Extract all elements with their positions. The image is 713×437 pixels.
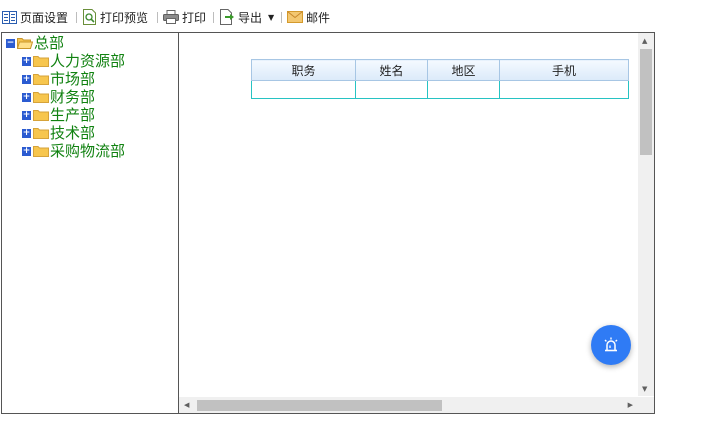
scroll-right-icon[interactable]: ▶ — [628, 401, 633, 409]
toolbar-divider — [157, 12, 158, 23]
department-tree: − 总部 + 人力资源部 + 市场部 + 财务部 + 生产部 + 技术部 + 采… — [2, 33, 179, 413]
report-panel: 职务 姓名 地区 手机 ▲ ▼ ◀ ▶ — [179, 33, 654, 413]
print-preview-icon — [83, 9, 96, 25]
scrollbar-corner — [638, 397, 654, 413]
page-setup-button[interactable]: 页面设置 — [2, 8, 68, 26]
table-cell[interactable] — [427, 80, 500, 99]
tree-node-root[interactable]: − 总部 — [6, 34, 64, 52]
scroll-down-icon[interactable]: ▼ — [642, 385, 647, 393]
expand-icon[interactable]: + — [22, 74, 31, 84]
page-setup-label: 页面设置 — [20, 10, 69, 25]
expand-icon[interactable]: + — [22, 110, 31, 120]
tree-node-department[interactable]: + 市场部 — [22, 70, 95, 88]
mail-label: 邮件 — [306, 10, 331, 25]
toolbar: 页面设置 打印预览 打印 导出 ▼ 邮件 — [0, 0, 713, 32]
vertical-scroll-thumb[interactable] — [640, 49, 652, 155]
column-header[interactable]: 地区 — [427, 59, 500, 81]
horizontal-scrollbar[interactable]: ◀ ▶ — [179, 397, 638, 413]
folder-icon — [33, 146, 49, 157]
folder-icon — [33, 110, 49, 121]
page-setup-icon — [2, 10, 17, 24]
alarm-fab-button[interactable] — [591, 325, 631, 365]
expand-icon[interactable]: + — [22, 92, 31, 102]
expand-icon[interactable]: + — [22, 146, 31, 156]
data-table: 职务 姓名 地区 手机 — [251, 59, 629, 99]
folder-icon — [33, 56, 49, 67]
tree-node-label: 生产部 — [50, 106, 96, 124]
export-label: 导出 — [238, 10, 263, 25]
horizontal-scroll-thumb[interactable] — [197, 400, 442, 411]
tree-node-department[interactable]: + 采购物流部 — [22, 142, 125, 160]
toolbar-divider — [213, 12, 214, 23]
print-preview-button[interactable]: 打印预览 — [82, 8, 148, 26]
tree-node-department[interactable]: + 财务部 — [22, 88, 95, 106]
mail-button[interactable]: 邮件 — [287, 8, 330, 26]
column-header[interactable]: 手机 — [499, 59, 629, 81]
collapse-icon[interactable]: − — [6, 38, 15, 48]
tree-node-label: 市场部 — [50, 70, 96, 88]
folder-open-icon — [17, 38, 33, 49]
folder-icon — [33, 128, 49, 139]
table-cell[interactable] — [499, 80, 629, 99]
report-frame: − 总部 + 人力资源部 + 市场部 + 财务部 + 生产部 + 技术部 + 采… — [1, 32, 655, 414]
tree-node-label: 财务部 — [50, 88, 96, 106]
export-dropdown-button[interactable]: 导出 ▼ — [219, 8, 274, 26]
table-header-row: 职务 姓名 地区 手机 — [251, 59, 629, 81]
tree-node-label: 总部 — [34, 34, 65, 52]
column-header[interactable]: 职务 — [251, 59, 356, 81]
folder-icon — [33, 74, 49, 85]
expand-icon[interactable]: + — [22, 128, 31, 138]
folder-icon — [33, 92, 49, 103]
print-preview-label: 打印预览 — [100, 10, 149, 25]
envelope-icon — [287, 11, 303, 23]
column-header[interactable]: 姓名 — [355, 59, 428, 81]
export-icon — [220, 9, 234, 25]
vertical-scrollbar[interactable]: ▲ ▼ — [638, 33, 654, 396]
caret-down-icon: ▼ — [268, 12, 275, 22]
scroll-up-icon[interactable]: ▲ — [642, 37, 647, 45]
alarm-icon — [604, 337, 618, 352]
tree-node-department[interactable]: + 生产部 — [22, 106, 95, 124]
tree-node-department[interactable]: + 技术部 — [22, 124, 95, 142]
print-label: 打印 — [182, 10, 207, 25]
expand-icon[interactable]: + — [22, 56, 31, 66]
toolbar-divider — [281, 12, 282, 23]
printer-icon — [163, 10, 179, 24]
tree-node-department[interactable]: + 人力资源部 — [22, 52, 125, 70]
tree-node-label: 人力资源部 — [50, 52, 126, 70]
table-row — [251, 80, 629, 99]
table-cell[interactable] — [355, 80, 428, 99]
tree-node-label: 采购物流部 — [50, 142, 126, 160]
scroll-left-icon[interactable]: ◀ — [184, 401, 189, 409]
print-button[interactable]: 打印 — [163, 8, 206, 26]
tree-node-label: 技术部 — [50, 124, 96, 142]
toolbar-divider — [76, 12, 77, 23]
table-cell[interactable] — [251, 80, 356, 99]
